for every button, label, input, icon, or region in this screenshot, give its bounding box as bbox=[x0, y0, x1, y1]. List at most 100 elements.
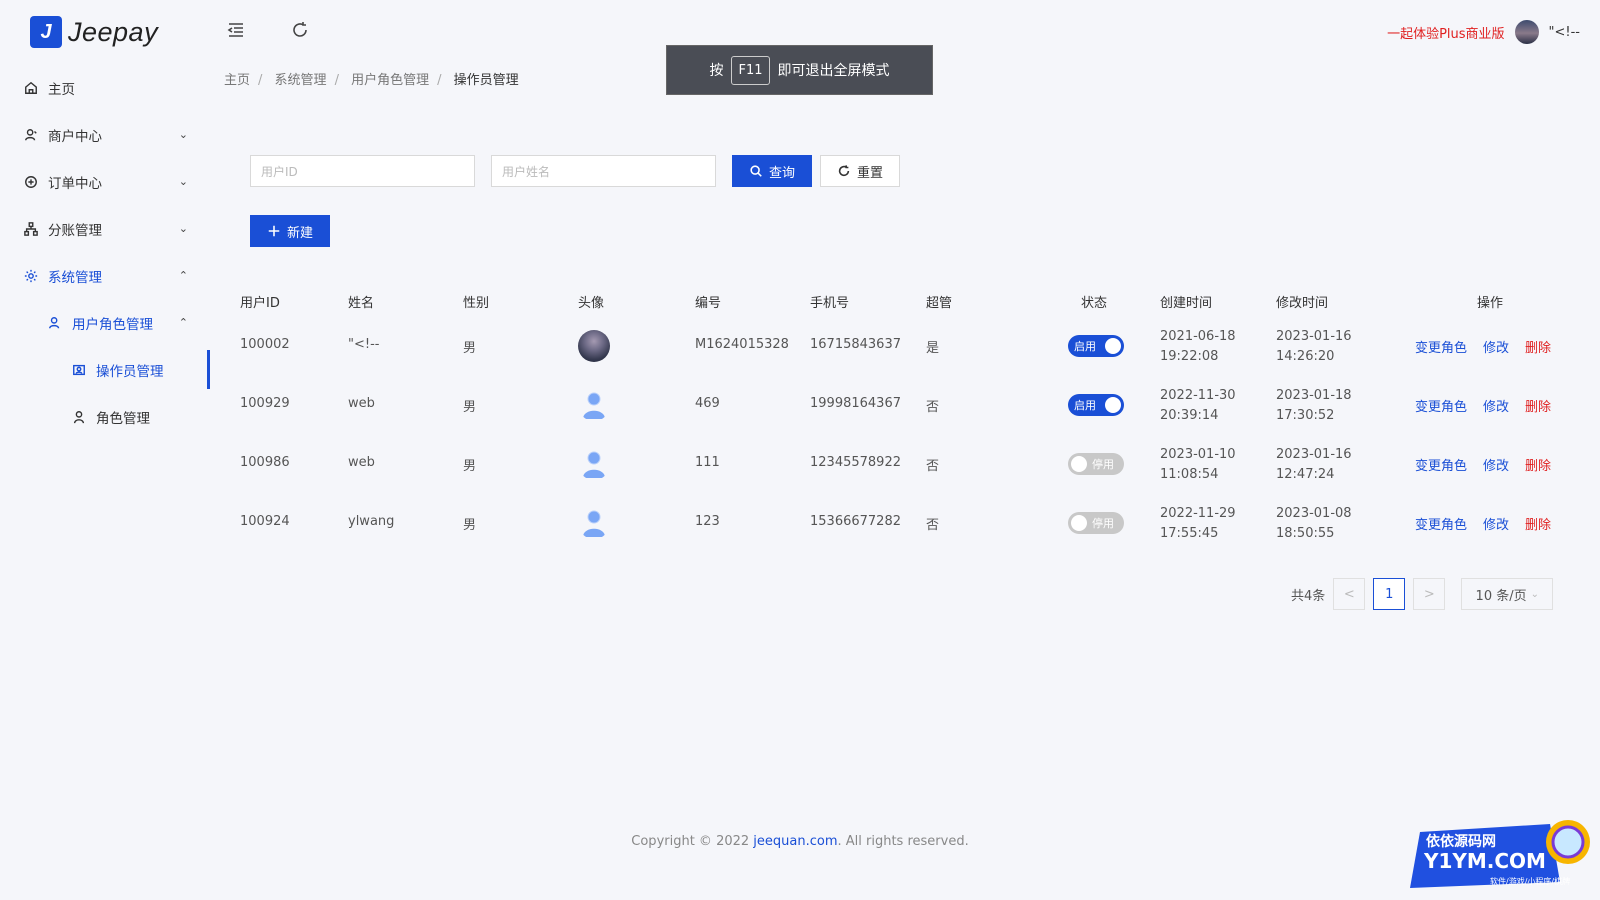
next-page-button[interactable]: > bbox=[1413, 578, 1446, 610]
change-role-link[interactable]: 变更角色 bbox=[1415, 396, 1467, 415]
user-id-input[interactable]: 用户ID bbox=[250, 155, 475, 187]
watermark-line3: 软件/游戏/小程序/棋牌 bbox=[1490, 876, 1570, 886]
change-role-link[interactable]: 变更角色 bbox=[1415, 514, 1467, 533]
table-row: 100929 web 男 469 19998164367 否 启用 2022-11-30 20:… bbox=[230, 376, 1570, 435]
new-button[interactable]: 新建 bbox=[250, 215, 330, 247]
sidebar-item-home[interactable]: 主页 bbox=[0, 64, 210, 111]
header-modified: 修改时间 bbox=[1276, 295, 1329, 311]
cell-created: 2021-06-18 19:22:08 bbox=[1160, 327, 1236, 367]
cell-gender: 男 bbox=[463, 400, 477, 415]
cell-phone: 15366677282 bbox=[810, 514, 901, 529]
search-button[interactable]: 查询 bbox=[732, 155, 812, 187]
sidebar-item-merchant[interactable]: 商户中心 ⌄ bbox=[0, 111, 210, 158]
sidebar-item-split[interactable]: 分账管理 ⌄ bbox=[0, 205, 210, 252]
order-icon bbox=[25, 175, 37, 188]
status-toggle[interactable]: 停用 bbox=[1068, 512, 1124, 534]
role-icon bbox=[73, 410, 85, 423]
change-role-link[interactable]: 变更角色 bbox=[1415, 455, 1467, 474]
breadcrumb-item-home[interactable]: 主页 bbox=[224, 73, 250, 88]
cell-number: 123 bbox=[695, 514, 720, 529]
delete-link[interactable]: 删除 bbox=[1525, 396, 1551, 415]
user-name[interactable]: "<!-- bbox=[1549, 25, 1580, 40]
status-toggle[interactable]: 启用 bbox=[1068, 335, 1124, 357]
status-toggle[interactable]: 启用 bbox=[1068, 394, 1124, 416]
avatar bbox=[578, 330, 610, 362]
modified-time: 17:30:52 bbox=[1276, 408, 1335, 423]
sidebar-item-user-role[interactable]: 用户角色管理 ⌃ bbox=[0, 299, 210, 346]
default-avatar-icon bbox=[583, 392, 605, 419]
cell-modified: 2023-01-16 14:26:20 bbox=[1276, 327, 1352, 367]
status-toggle-wrapper: 停用 bbox=[1068, 512, 1124, 534]
merchant-icon bbox=[25, 128, 37, 140]
cell-number: 111 bbox=[695, 455, 720, 470]
delete-link[interactable]: 删除 bbox=[1525, 337, 1551, 356]
header-phone: 手机号 bbox=[810, 295, 850, 311]
table-header: 用户ID 姓名 性别 头像 编号 手机号 超管 状态 创建时间 修改时间 操作 bbox=[230, 285, 1570, 317]
reset-button[interactable]: 重置 bbox=[820, 155, 900, 187]
prev-page-button[interactable]: < bbox=[1333, 578, 1366, 610]
cell-name: "<!-- bbox=[348, 337, 380, 352]
chevron-up-icon: ⌃ bbox=[178, 316, 188, 329]
user-name-input[interactable]: 用户姓名 bbox=[491, 155, 716, 187]
avatar bbox=[578, 451, 610, 484]
promo-link[interactable]: 一起体验Plus商业版 bbox=[1387, 23, 1504, 42]
logo[interactable]: J Jeepay bbox=[30, 16, 158, 48]
watermark-line1: 依依源码网 bbox=[1426, 833, 1496, 850]
header-gender: 性别 bbox=[463, 295, 490, 311]
sidebar-item-system[interactable]: 系统管理 ⌃ bbox=[0, 252, 210, 299]
breadcrumb: 主页 / 系统管理 / 用户角色管理 / 操作员管理 bbox=[224, 73, 519, 88]
delete-link[interactable]: 删除 bbox=[1525, 455, 1551, 474]
modified-time: 14:26:20 bbox=[1276, 349, 1335, 364]
chevron-down-icon: ⌄ bbox=[1530, 588, 1539, 600]
created-date: 2022-11-29 bbox=[1160, 506, 1236, 521]
default-avatar-icon bbox=[583, 510, 605, 537]
cell-phone: 16715843637 bbox=[810, 337, 901, 352]
avatar[interactable] bbox=[1514, 20, 1539, 44]
cell-name: ylwang bbox=[348, 514, 395, 529]
sidebar-item-label: 角色管理 bbox=[96, 410, 150, 427]
header-toolbar bbox=[226, 20, 310, 40]
page-button-current[interactable]: 1 bbox=[1373, 578, 1406, 610]
edit-link[interactable]: 修改 bbox=[1483, 337, 1509, 356]
breadcrumb-item-current: 操作员管理 bbox=[453, 73, 519, 88]
menu-fold-icon[interactable] bbox=[226, 20, 246, 40]
cell-modified: 2023-01-08 18:50:55 bbox=[1276, 504, 1352, 544]
created-date: 2021-06-18 bbox=[1160, 329, 1236, 344]
edit-link[interactable]: 修改 bbox=[1483, 396, 1509, 415]
created-time: 20:39:14 bbox=[1160, 408, 1219, 423]
status-toggle-label: 停用 bbox=[1092, 517, 1114, 530]
cell-super-admin: 否 bbox=[926, 400, 940, 415]
toast-suffix: 即可退出全屏模式 bbox=[777, 63, 890, 79]
footer-link[interactable]: jeequan.com bbox=[753, 834, 837, 849]
delete-link[interactable]: 删除 bbox=[1525, 514, 1551, 533]
sidebar: J Jeepay 主页 商户中心 ⌄ 订单中心 ⌄ 分账管理 ⌄ 系统管理 ⌃ bbox=[0, 0, 210, 900]
header-avatar: 头像 bbox=[578, 295, 605, 311]
toast-prefix: 按 bbox=[709, 63, 724, 79]
created-date: 2022-11-30 bbox=[1160, 388, 1236, 403]
header-user-id: 用户ID bbox=[240, 295, 280, 311]
breadcrumb-item-user-role[interactable]: 用户角色管理 bbox=[351, 73, 429, 88]
cell-created: 2022-11-29 17:55:45 bbox=[1160, 504, 1236, 544]
cell-gender: 男 bbox=[463, 459, 477, 474]
search-icon bbox=[750, 165, 762, 177]
header-operations: 操作 bbox=[1477, 295, 1504, 311]
sidebar-item-order[interactable]: 订单中心 ⌄ bbox=[0, 158, 210, 205]
edit-link[interactable]: 修改 bbox=[1483, 455, 1509, 474]
table-row: 100986 web 男 111 12345578922 否 停用 2023-01-10 11:… bbox=[230, 435, 1570, 494]
page-size-value: 10 条/页 bbox=[1475, 588, 1527, 604]
status-toggle[interactable]: 停用 bbox=[1068, 453, 1124, 475]
refresh-icon[interactable] bbox=[290, 20, 310, 40]
status-toggle-label: 停用 bbox=[1092, 458, 1114, 471]
sidebar-item-label: 订单中心 bbox=[48, 175, 102, 192]
status-toggle-label: 启用 bbox=[1074, 399, 1096, 412]
change-role-link[interactable]: 变更角色 bbox=[1415, 337, 1467, 356]
operator-table: 用户ID 姓名 性别 头像 编号 手机号 超管 状态 创建时间 修改时间 操作 … bbox=[230, 285, 1570, 553]
page-size-select[interactable]: 10 条/页 ⌄ bbox=[1461, 578, 1554, 610]
modified-date: 2023-01-08 bbox=[1276, 506, 1352, 521]
edit-link[interactable]: 修改 bbox=[1483, 514, 1509, 533]
sidebar-item-operator[interactable]: 操作员管理 bbox=[0, 346, 210, 393]
breadcrumb-item-system[interactable]: 系统管理 bbox=[275, 73, 327, 88]
sidebar-item-role[interactable]: 角色管理 bbox=[0, 393, 210, 440]
new-button-label: 新建 bbox=[286, 225, 313, 241]
gear-icon bbox=[24, 269, 38, 282]
